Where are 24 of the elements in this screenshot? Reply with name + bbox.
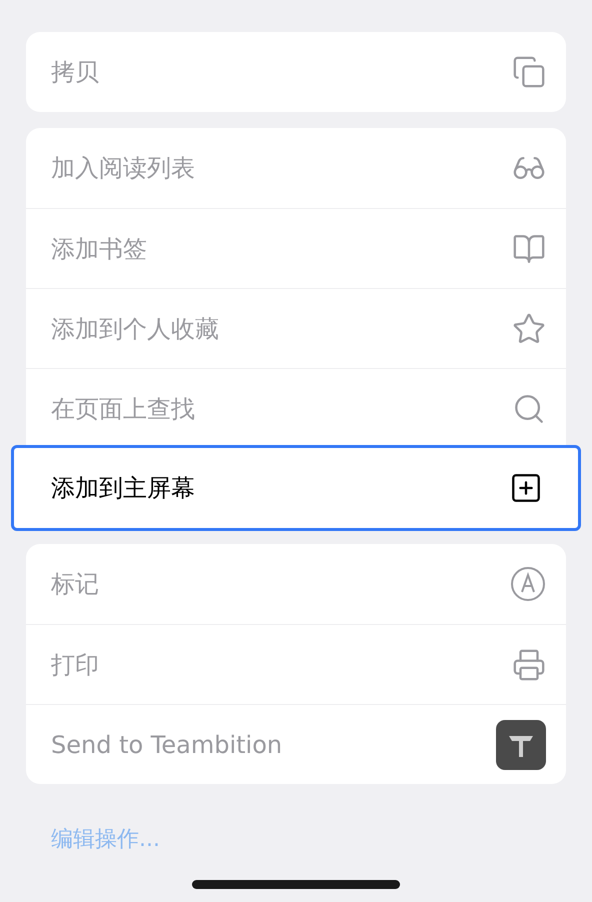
app-icon [496,720,546,770]
action-label: 加入阅读列表 [51,153,195,184]
action-label: 拷贝 [51,57,99,88]
action-label: 在页面上查找 [51,394,195,424]
printer-icon [512,648,546,682]
action-row[interactable]: 添加到个人收藏 [26,288,566,368]
action-label: Send to Teambition [51,730,282,758]
action-label: 添加书签 [51,234,147,264]
action-label: 添加到个人收藏 [51,314,219,344]
action-row[interactable]: 添加到主屏幕 [11,445,581,531]
action-row[interactable]: 打印 [26,624,566,704]
action-row[interactable]: 添加书签 [26,208,566,288]
star-icon [512,312,546,346]
add-square-icon [509,471,543,505]
action-label: 添加到主屏幕 [51,473,195,504]
action-row[interactable]: 加入阅读列表 [26,128,566,208]
action-row[interactable]: 拷贝 [26,32,566,112]
action-label: 打印 [51,650,99,680]
action-label: 标记 [51,569,99,600]
copy-icon [512,55,546,89]
home-indicator[interactable] [192,880,400,889]
action-row[interactable]: Send to Teambition [26,704,566,784]
edit-actions-link[interactable]: 编辑操作... [26,824,160,854]
action-row[interactable]: 标记 [26,544,566,624]
